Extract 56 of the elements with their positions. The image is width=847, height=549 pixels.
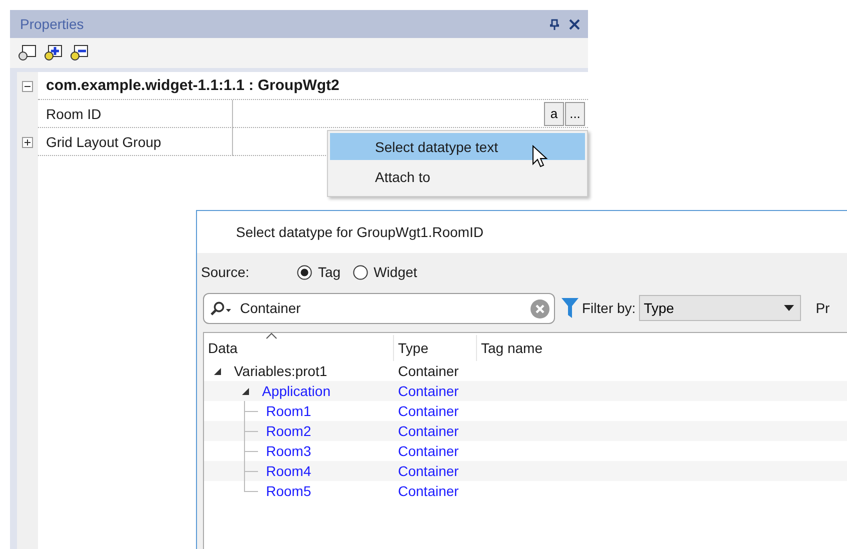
type-cell-text: Container — [397, 363, 459, 379]
dropdown-arrow-icon — [784, 305, 794, 311]
funnel-icon — [561, 297, 579, 319]
data-name-cell: Variables:prot1 — [234, 363, 328, 379]
pin-icon[interactable] — [550, 18, 559, 30]
search-icon[interactable] — [210, 300, 232, 316]
type-cell-text: Container — [397, 443, 459, 459]
close-icon[interactable] — [569, 18, 580, 30]
clear-icon[interactable] — [530, 298, 550, 318]
radio-option[interactable]: Widget — [352, 264, 418, 280]
mouse-cursor-icon — [532, 145, 548, 169]
filter-dropdown[interactable]: Type — [638, 295, 801, 321]
select-icon[interactable] — [17, 44, 37, 62]
search-field[interactable]: Container — [203, 292, 555, 324]
tree-row[interactable]: Room3 Container — [204, 441, 847, 461]
column-header[interactable]: Type — [394, 335, 477, 361]
tree-row[interactable]: Room2 Container — [204, 421, 847, 441]
data-name-cell: Room5 — [266, 483, 312, 499]
tree-row[interactable]: Room5 Container — [204, 481, 847, 501]
expand-icon[interactable] — [22, 136, 33, 148]
panel-title: Properties — [20, 16, 85, 32]
type-cell-text: Container — [397, 403, 459, 419]
filter-label: Filter by: — [582, 300, 636, 316]
source-label: Source: — [201, 264, 250, 280]
cut-label: Pr — [816, 300, 830, 316]
tree-row[interactable]: Room1 Container — [204, 401, 847, 421]
tree-connector — [244, 401, 258, 421]
menu-item[interactable]: Attach to — [330, 163, 585, 190]
collapse-icon[interactable] — [22, 80, 33, 92]
tree-row[interactable]: Variables:prot1 Container — [204, 361, 847, 381]
radio-option[interactable]: Tag — [297, 264, 341, 280]
property-group[interactable]: Grid Layout Group — [38, 128, 233, 156]
tree-row[interactable]: Application Container — [204, 381, 847, 401]
value-button[interactable]: a — [544, 102, 564, 126]
tree-connector — [244, 441, 258, 461]
column-header[interactable]: Data — [204, 335, 394, 361]
value-button[interactable]: ... — [565, 102, 585, 126]
dialog-title: Select datatype for GroupWgt1.RoomID — [236, 224, 484, 240]
tree-row[interactable]: Room4 Container — [204, 461, 847, 481]
type-cell-text: Container — [397, 423, 459, 439]
data-name-cell: Room1 — [266, 403, 312, 419]
tree-connector — [244, 421, 258, 441]
menu-item[interactable]: Select datatype text — [330, 133, 585, 160]
add-icon[interactable] — [43, 44, 63, 62]
sort-caret-icon — [266, 333, 277, 339]
data-name-cell: Application — [262, 383, 330, 399]
type-cell-text: Container — [397, 383, 459, 399]
type-cell-text: Container — [397, 483, 459, 499]
remove-icon[interactable] — [69, 44, 89, 62]
column-header[interactable]: Tag name — [477, 335, 847, 361]
data-name-cell: Room2 — [266, 423, 312, 439]
category-title: com.example.widget-1.1:1.1 : GroupWgt2 — [38, 72, 588, 100]
type-cell-text: Container — [397, 463, 459, 479]
data-name-cell: Room4 — [266, 463, 312, 479]
data-name-cell: Room3 — [266, 443, 312, 459]
property-name: Room ID — [38, 100, 233, 128]
